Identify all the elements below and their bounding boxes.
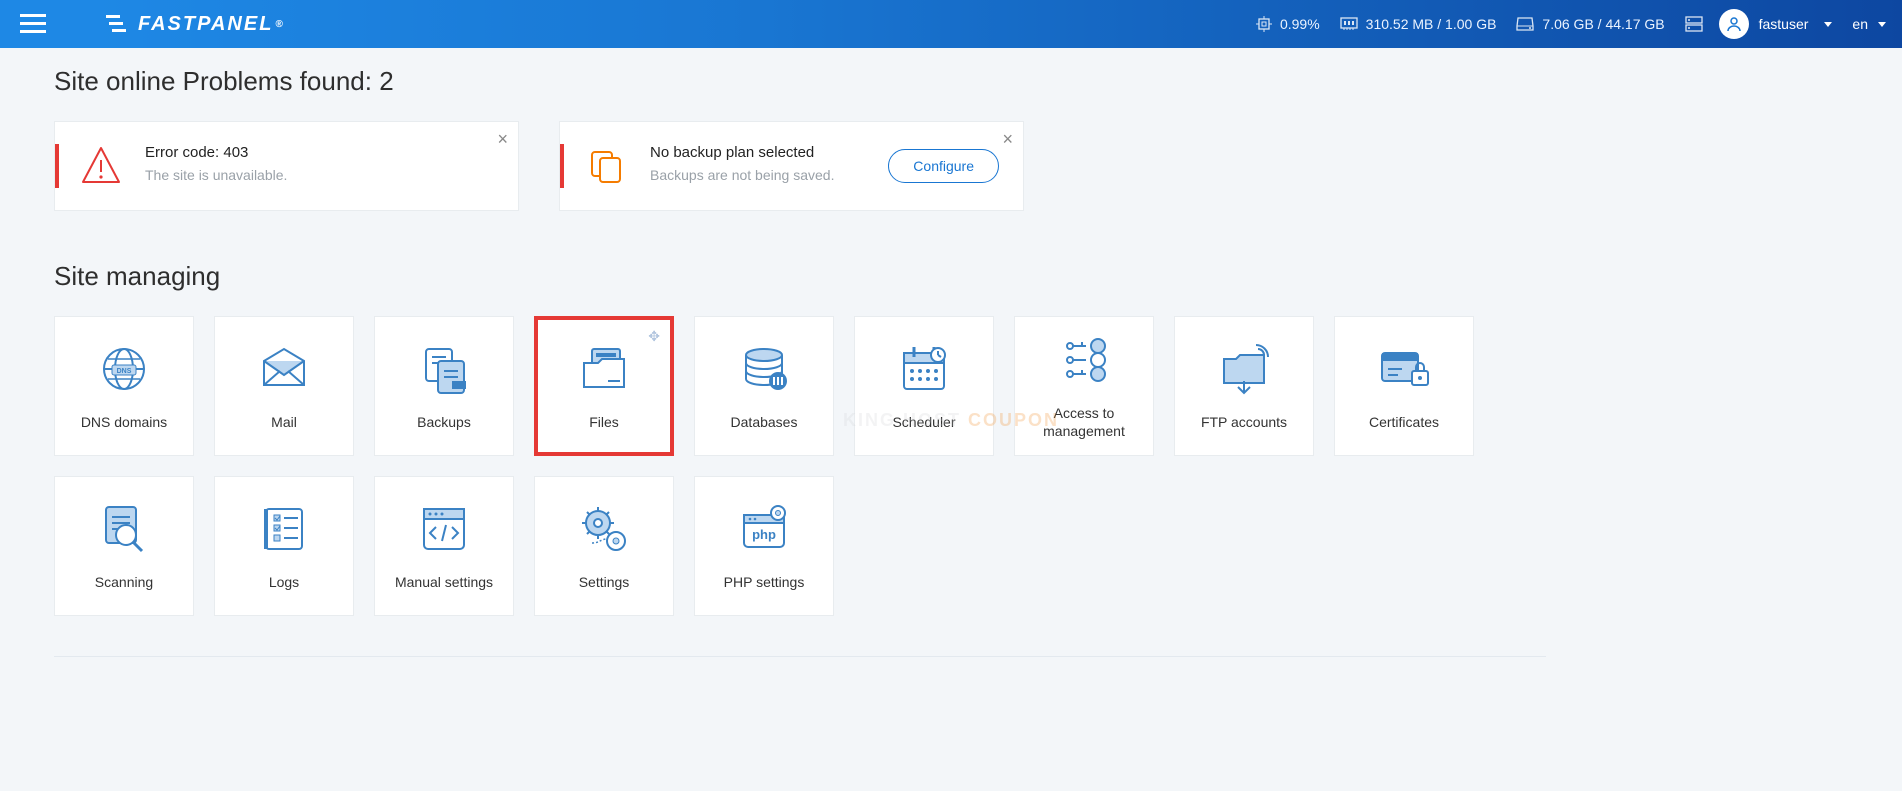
alert-bar	[560, 144, 564, 188]
tile-mail[interactable]: Mail	[214, 316, 354, 456]
tile-back[interactable]: Backups	[374, 316, 514, 456]
tile-label: Databases	[731, 413, 798, 431]
set-icon	[576, 501, 632, 557]
tile-files[interactable]: ✥ Files	[534, 316, 674, 456]
user-icon	[1726, 16, 1742, 32]
topbar: FASTPANEL ® 0.99% 310.52 MB / 1.00 GB 7.…	[0, 0, 1902, 48]
tile-label: Certificates	[1369, 413, 1439, 431]
avatar	[1719, 9, 1749, 39]
brand-text: FASTPANEL	[138, 13, 273, 36]
managing-heading: Site managing	[54, 261, 1546, 292]
svg-text:php: php	[752, 527, 776, 542]
tile-access[interactable]: Access to management	[1014, 316, 1154, 456]
disk-icon	[1516, 17, 1534, 31]
ftp-icon	[1216, 341, 1272, 397]
manual-icon	[416, 501, 472, 557]
user-menu[interactable]: fastuser	[1707, 9, 1845, 39]
tile-label: Settings	[579, 573, 630, 591]
tile-grid: DNS DNS domains Mail Backups ✥ Files Databases…	[54, 316, 1546, 616]
cpu-value: 0.99%	[1280, 16, 1320, 32]
sched-icon	[896, 341, 952, 397]
disk-value: 7.06 GB / 44.17 GB	[1542, 16, 1664, 32]
dns-icon: DNS	[96, 341, 152, 397]
tile-set[interactable]: Settings	[534, 476, 674, 616]
hamburger-icon	[20, 14, 46, 34]
error-alert: Error code: 403 The site is unavailable.…	[54, 121, 519, 211]
logo-mark	[106, 13, 130, 35]
chevron-down-icon	[1824, 22, 1832, 27]
cpu-icon	[1256, 16, 1272, 32]
username: fastuser	[1759, 16, 1809, 32]
alerts: Error code: 403 The site is unavailable.…	[54, 121, 1546, 211]
tile-dns[interactable]: DNS DNS domains	[54, 316, 194, 456]
tile-manual[interactable]: Manual settings	[374, 476, 514, 616]
back-icon	[416, 341, 472, 397]
ram-icon	[1340, 17, 1358, 31]
tile-label: Manual settings	[395, 573, 493, 591]
access-icon	[1056, 332, 1112, 388]
svg-text:DNS: DNS	[117, 368, 132, 375]
backup-alert: No backup plan selected Backups are not …	[559, 121, 1024, 211]
divider	[54, 656, 1546, 657]
close-icon[interactable]: ×	[497, 130, 508, 148]
tile-db[interactable]: Databases	[694, 316, 834, 456]
ram-stat[interactable]: 310.52 MB / 1.00 GB	[1330, 16, 1507, 32]
disk-stat[interactable]: 7.06 GB / 44.17 GB	[1506, 16, 1674, 32]
lang-select[interactable]: en	[1844, 16, 1902, 32]
tile-label: Access to management	[1027, 404, 1141, 440]
server-icon-wrap[interactable]	[1675, 16, 1707, 32]
tile-label: Files	[589, 413, 619, 431]
scan-icon	[96, 501, 152, 557]
tile-label: Scanning	[95, 573, 153, 591]
tile-label: PHP settings	[724, 573, 805, 591]
tile-label: Mail	[271, 413, 297, 431]
cpu-stat[interactable]: 0.99%	[1246, 16, 1330, 32]
tile-logs[interactable]: Logs	[214, 476, 354, 616]
chevron-down-icon	[1878, 22, 1886, 27]
tile-label: DNS domains	[81, 413, 167, 431]
problems-heading: Site online Problems found: 2	[54, 66, 1546, 97]
ram-value: 310.52 MB / 1.00 GB	[1366, 16, 1497, 32]
cert-icon	[1376, 341, 1432, 397]
drag-icon: ✥	[648, 328, 660, 345]
tile-cert[interactable]: Certificates	[1334, 316, 1474, 456]
alert-bar	[55, 144, 59, 188]
php-icon: php	[736, 501, 792, 557]
tile-label: FTP accounts	[1201, 413, 1287, 431]
lang-value: en	[1852, 16, 1868, 32]
close-icon[interactable]: ×	[1002, 130, 1013, 148]
brand-logo[interactable]: FASTPANEL ®	[66, 0, 297, 48]
warning-icon	[79, 144, 123, 188]
server-icon	[1685, 16, 1703, 32]
tile-sched[interactable]: Scheduler	[854, 316, 994, 456]
tile-scan[interactable]: Scanning	[54, 476, 194, 616]
tile-label: Scheduler	[892, 413, 955, 431]
page: Site online Problems found: 2 Error code…	[0, 48, 1600, 687]
configure-button[interactable]: Configure	[888, 149, 999, 183]
files-icon	[576, 341, 632, 397]
db-icon	[736, 341, 792, 397]
error-subtitle: The site is unavailable.	[145, 167, 494, 183]
tile-ftp[interactable]: FTP accounts	[1174, 316, 1314, 456]
tile-label: Backups	[417, 413, 471, 431]
mail-icon	[256, 341, 312, 397]
error-title: Error code: 403	[145, 144, 494, 161]
menu-button[interactable]	[0, 0, 66, 48]
logs-icon	[256, 501, 312, 557]
backup-subtitle: Backups are not being saved.	[650, 167, 888, 183]
brand-reg: ®	[275, 19, 284, 30]
tile-label: Logs	[269, 573, 299, 591]
backup-title: No backup plan selected	[650, 144, 888, 161]
copy-icon	[584, 144, 628, 188]
tile-php[interactable]: php PHP settings	[694, 476, 834, 616]
